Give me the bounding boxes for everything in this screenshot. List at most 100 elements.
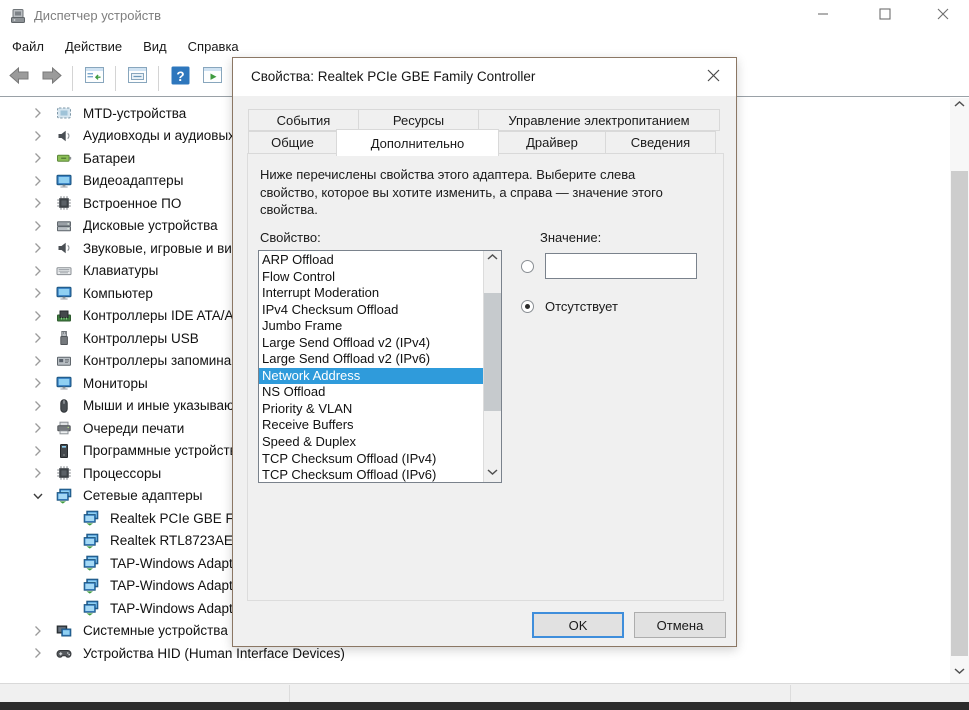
chevron-down-icon	[952, 663, 967, 683]
property-option[interactable]: NS Offload	[259, 384, 484, 401]
menu-item-help[interactable]: Справка	[179, 35, 248, 58]
network-adapter-icon	[83, 555, 99, 571]
chevron-right-icon[interactable]	[30, 420, 46, 436]
dialog-title: Свойства: Realtek PCIe GBE Family Contro…	[251, 69, 536, 84]
chevron-right-icon[interactable]	[30, 623, 46, 639]
chevron-right-icon[interactable]	[30, 398, 46, 414]
speaker-icon	[56, 240, 72, 256]
property-listbox[interactable]: ARP Offload Flow Control Interrupt Moderat…	[258, 250, 502, 483]
main-scrollbar[interactable]	[950, 98, 969, 683]
help-button[interactable]: ?	[165, 64, 195, 92]
properties-button[interactable]	[122, 64, 152, 92]
chevron-right-icon[interactable]	[30, 150, 46, 166]
property-option[interactable]: Jumbo Frame	[259, 318, 484, 335]
absent-radio-label: Отсутствует	[545, 299, 618, 314]
back-button[interactable]	[4, 64, 34, 92]
portable-device-icon	[56, 105, 72, 121]
console-tree-icon	[83, 64, 106, 92]
chevron-right-icon[interactable]	[30, 128, 46, 144]
taskbar-edge	[0, 702, 969, 710]
mouse-icon	[56, 398, 72, 414]
chevron-right-icon[interactable]	[30, 195, 46, 211]
minimize-button[interactable]	[800, 2, 845, 30]
properties-dialog: Свойства: Realtek PCIe GBE Family Contro…	[232, 57, 737, 647]
dialog-close-button[interactable]	[704, 69, 722, 87]
ok-button[interactable]: OK	[532, 612, 624, 638]
tree-item-label: Системные устройства	[83, 623, 228, 639]
menu-item-action[interactable]: Действие	[56, 35, 131, 58]
property-option[interactable]: Flow Control	[259, 269, 484, 286]
value-radio[interactable]	[521, 260, 534, 273]
close-button[interactable]	[920, 2, 965, 30]
tab-details[interactable]: Сведения	[605, 131, 716, 154]
property-option[interactable]: Large Send Offload v2 (IPv4)	[259, 335, 484, 352]
show-console-tree-button[interactable]	[79, 64, 109, 92]
scrollbar-thumb[interactable]	[951, 171, 968, 656]
scroll-down-button[interactable]	[950, 664, 969, 681]
chevron-right-icon[interactable]	[30, 353, 46, 369]
tab-general[interactable]: Общие	[248, 131, 337, 154]
cancel-button[interactable]: Отмена	[634, 612, 726, 638]
battery-icon	[56, 150, 72, 166]
property-option[interactable]: ARP Offload	[259, 252, 484, 269]
network-adapter-icon	[83, 510, 99, 526]
tab-events[interactable]: События	[248, 109, 359, 131]
chevron-right-icon[interactable]	[30, 105, 46, 121]
menu-item-file[interactable]: Файл	[3, 35, 53, 58]
tree-item-label: Мониторы	[83, 375, 148, 391]
scroll-up-button[interactable]	[950, 98, 969, 115]
tree-item-label: Контроллеры USB	[83, 330, 199, 346]
tree-item-label: Клавиатуры	[83, 263, 159, 279]
value-label: Значение:	[540, 230, 602, 245]
tab-resources[interactable]: Ресурсы	[358, 109, 479, 131]
disk-drive-icon	[56, 218, 72, 234]
chevron-right-icon[interactable]	[30, 645, 46, 661]
chevron-right-icon[interactable]	[30, 263, 46, 279]
listbox-scroll-down-button[interactable]	[484, 465, 501, 482]
toolbar-separator	[158, 65, 159, 91]
menu-item-view[interactable]: Вид	[134, 35, 176, 58]
chevron-up-icon	[952, 97, 967, 117]
chevron-right-icon[interactable]	[30, 240, 46, 256]
forward-button[interactable]	[36, 64, 66, 92]
tab-row-top: События Ресурсы Управление электропитанием	[248, 109, 720, 131]
property-option[interactable]: IPv4 Checksum Offload	[259, 302, 484, 319]
svg-text:?: ?	[176, 69, 184, 84]
maximize-button[interactable]	[862, 2, 907, 30]
property-option[interactable]: Speed & Duplex	[259, 434, 484, 451]
tree-item-label: Встроенное ПО	[83, 195, 182, 211]
listbox-scrollbar[interactable]	[483, 251, 501, 482]
property-option[interactable]: TCP Checksum Offload (IPv6)	[259, 467, 484, 482]
action-pane-button[interactable]	[197, 64, 227, 92]
value-input[interactable]	[545, 253, 697, 279]
chevron-right-icon[interactable]	[30, 218, 46, 234]
menu-bar: Файл Действие Вид Справка	[0, 33, 969, 60]
listbox-scroll-up-button[interactable]	[484, 251, 501, 268]
chevron-right-icon[interactable]	[30, 173, 46, 189]
tab-advanced[interactable]: Дополнительно	[336, 129, 499, 156]
tree-item-label: Программные устройства	[83, 443, 245, 459]
property-option[interactable]: Receive Buffers	[259, 417, 484, 434]
chevron-down-icon[interactable]	[30, 488, 46, 504]
absent-radio[interactable]	[521, 300, 534, 313]
maximize-icon	[878, 7, 891, 25]
tab-power-management[interactable]: Управление электропитанием	[478, 109, 720, 131]
property-option[interactable]: TCP Checksum Offload (IPv4)	[259, 451, 484, 468]
chevron-right-icon[interactable]	[30, 285, 46, 301]
ide-controller-icon	[56, 308, 72, 324]
listbox-scrollbar-thumb[interactable]	[484, 293, 501, 411]
property-option[interactable]: Large Send Offload v2 (IPv6)	[259, 351, 484, 368]
chevron-right-icon[interactable]	[30, 375, 46, 391]
property-option[interactable]: Network Address	[259, 367, 484, 385]
property-option[interactable]: Interrupt Moderation	[259, 285, 484, 302]
system-device-icon	[56, 623, 72, 639]
chevron-right-icon[interactable]	[30, 308, 46, 324]
close-icon	[707, 69, 720, 87]
tab-driver[interactable]: Драйвер	[498, 131, 606, 154]
close-icon	[937, 7, 949, 25]
property-option[interactable]: Priority & VLAN	[259, 401, 484, 418]
chevron-right-icon[interactable]	[30, 443, 46, 459]
chevron-right-icon[interactable]	[30, 330, 46, 346]
chevron-right-icon[interactable]	[30, 465, 46, 481]
network-adapter-icon	[83, 600, 99, 616]
